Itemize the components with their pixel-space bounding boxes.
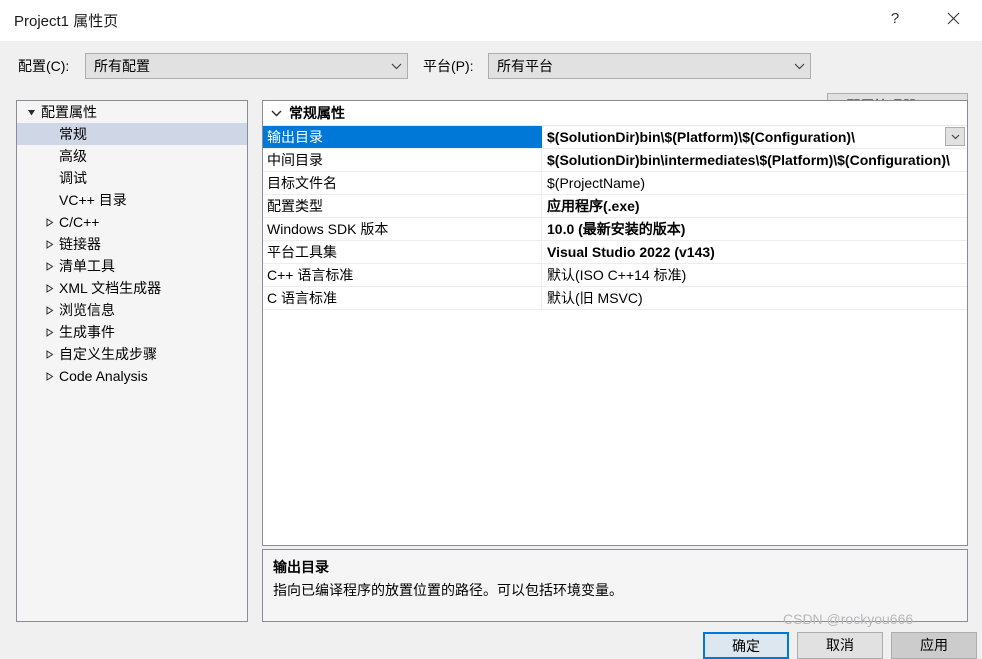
triangle-right-icon[interactable] (41, 217, 57, 227)
property-name: 输出目录 (263, 126, 542, 148)
tree-item[interactable]: 链接器 (17, 233, 247, 255)
property-name: 目标文件名 (263, 172, 542, 194)
property-row[interactable]: 输出目录 $(SolutionDir)bin\$(Platform)\$(Conf… (263, 126, 967, 149)
tree-item[interactable]: XML 文档生成器 (17, 277, 247, 299)
property-group-title: 常规属性 (289, 105, 345, 121)
triangle-down-icon[interactable] (23, 108, 39, 117)
cancel-button[interactable]: 取消 (797, 632, 883, 659)
property-name: C 语言标准 (263, 287, 542, 309)
description-panel: 输出目录 指向已编译程序的放置位置的路径。可以包括环境变量。 (262, 549, 968, 622)
property-name: 配置类型 (263, 195, 542, 217)
property-value[interactable]: $(SolutionDir)bin\intermediates\$(Platfo… (542, 149, 967, 171)
property-row[interactable]: 平台工具集 Visual Studio 2022 (v143) (263, 241, 967, 264)
apply-button[interactable]: 应用 (891, 632, 977, 659)
description-title: 输出目录 (273, 559, 329, 575)
tree-item-label: VC++ 目录 (59, 192, 127, 208)
tree-item[interactable]: 生成事件 (17, 321, 247, 343)
tree-item[interactable]: Code Analysis (17, 365, 247, 387)
property-row[interactable]: Windows SDK 版本 10.0 (最新安装的版本) (263, 218, 967, 241)
property-value-dropdown-button[interactable] (945, 127, 965, 146)
tree-item-label: XML 文档生成器 (59, 280, 162, 296)
triangle-right-icon[interactable] (41, 283, 57, 293)
tree-item-label: Code Analysis (59, 368, 148, 384)
property-row[interactable]: 中间目录 $(SolutionDir)bin\intermediates\$(Pl… (263, 149, 967, 172)
tree-item-label: 自定义生成步骤 (59, 346, 157, 362)
property-value[interactable]: 应用程序(.exe) (542, 195, 967, 217)
property-name: 中间目录 (263, 149, 542, 171)
configuration-label: 配置(C): (18, 58, 70, 74)
tree-item[interactable]: 常规 (17, 123, 247, 145)
property-row[interactable]: 目标文件名 $(ProjectName) (263, 172, 967, 195)
property-row[interactable]: C 语言标准 默认(旧 MSVC) (263, 287, 967, 310)
property-value[interactable]: 10.0 (最新安装的版本) (542, 218, 967, 240)
description-text: 指向已编译程序的放置位置的路径。可以包括环境变量。 (273, 582, 623, 598)
property-row[interactable]: C++ 语言标准 默认(ISO C++14 标准) (263, 264, 967, 287)
close-button[interactable] (930, 0, 976, 36)
property-value[interactable]: $(SolutionDir)bin\$(Platform)\$(Configur… (542, 126, 967, 148)
tree-item[interactable]: 调试 (17, 167, 247, 189)
tree-item[interactable]: C/C++ (17, 211, 247, 233)
help-button[interactable]: ? (872, 0, 918, 36)
tree-item-label: 生成事件 (59, 324, 115, 340)
tree-item[interactable]: 浏览信息 (17, 299, 247, 321)
window-title: Project1 属性页 (14, 13, 119, 30)
close-icon (947, 12, 960, 25)
tree-item-label: 浏览信息 (59, 302, 115, 318)
triangle-right-icon[interactable] (41, 327, 57, 337)
property-name: C++ 语言标准 (263, 264, 542, 286)
property-name: Windows SDK 版本 (263, 218, 542, 240)
property-name: 平台工具集 (263, 241, 542, 263)
ok-button[interactable]: 确定 (703, 632, 789, 659)
tree-item-label: 常规 (59, 126, 87, 142)
title-bar: Project1 属性页 ? (0, 0, 982, 41)
tree-item[interactable]: 自定义生成步骤 (17, 343, 247, 365)
tree-item-label: 链接器 (59, 236, 101, 252)
tree-item[interactable]: 高级 (17, 145, 247, 167)
property-value[interactable]: Visual Studio 2022 (v143) (542, 241, 967, 263)
tree-item[interactable]: VC++ 目录 (17, 189, 247, 211)
tree-item-label: 清单工具 (59, 258, 115, 274)
tree-item-label: 配置属性 (41, 104, 97, 120)
question-mark-icon: ? (890, 9, 900, 27)
tree-item-label: C/C++ (59, 214, 100, 230)
configuration-tree[interactable]: 配置属性常规高级调试 VC++ 目录 C/C++ 链接器清单工具 XML 文档生成器 浏览… (16, 100, 248, 622)
configuration-value: 所有配置 (94, 58, 150, 74)
tree-item[interactable]: 清单工具 (17, 255, 247, 277)
tree-item[interactable]: 配置属性 (17, 101, 247, 123)
triangle-right-icon[interactable] (41, 349, 57, 359)
property-value[interactable]: $(ProjectName) (542, 172, 967, 194)
triangle-right-icon[interactable] (41, 261, 57, 271)
chevron-down-icon (788, 63, 810, 70)
tree-item-label: 调试 (59, 170, 87, 186)
configuration-toolbar: 配置(C): 所有配置 平台(P): 所有平台 配置管理器(O)... (0, 40, 982, 120)
property-row[interactable]: 配置类型 应用程序(.exe) (263, 195, 967, 218)
chevron-down-icon[interactable] (263, 110, 289, 117)
chevron-down-icon (385, 63, 407, 70)
triangle-right-icon[interactable] (41, 371, 57, 381)
triangle-right-icon[interactable] (41, 305, 57, 315)
configuration-dropdown[interactable]: 所有配置 (85, 53, 408, 79)
platform-dropdown[interactable]: 所有平台 (488, 53, 811, 79)
platform-value: 所有平台 (497, 58, 553, 74)
property-group-header[interactable]: 常规属性 (263, 101, 967, 126)
tree-item-label: 高级 (59, 148, 87, 164)
property-value[interactable]: 默认(旧 MSVC) (542, 287, 967, 309)
platform-label: 平台(P): (423, 58, 474, 74)
triangle-right-icon[interactable] (41, 239, 57, 249)
property-grid[interactable]: 常规属性 输出目录 $(SolutionDir)bin\$(Platform)\$… (262, 100, 968, 546)
property-value[interactable]: 默认(ISO C++14 标准) (542, 264, 967, 286)
